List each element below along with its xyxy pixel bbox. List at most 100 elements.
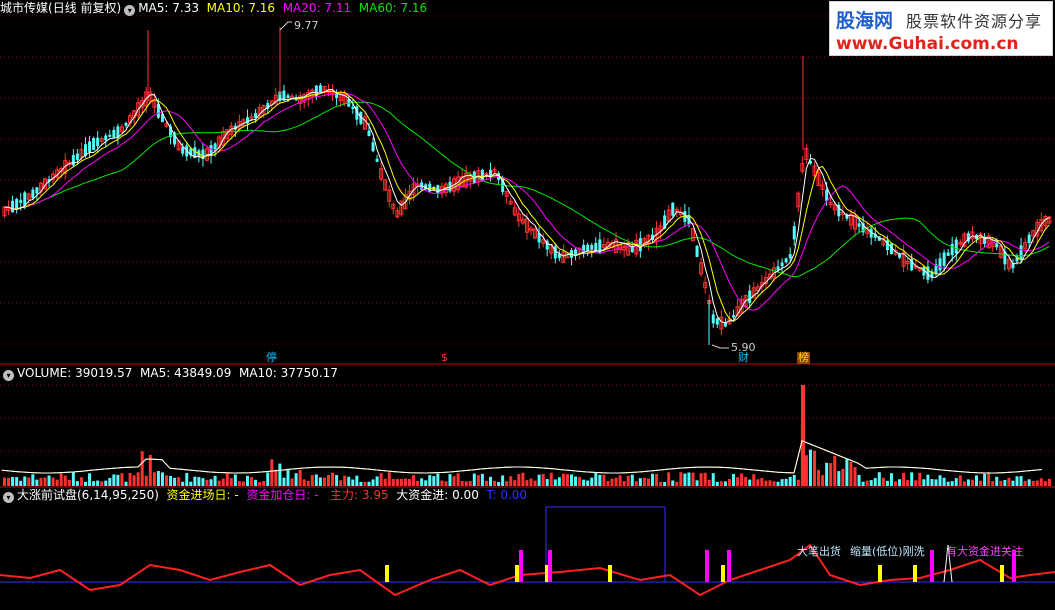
candle-down (96, 137, 100, 147)
volume-bar (918, 472, 922, 486)
volume-bar (59, 473, 63, 486)
volume-bar (772, 481, 776, 486)
volume-bar (1003, 479, 1007, 486)
volume-bar (47, 475, 51, 486)
volume-bar (723, 481, 727, 486)
candle-down (715, 318, 719, 325)
volume-bar (748, 479, 752, 486)
volume-bar (707, 479, 711, 486)
volume-bar (983, 473, 987, 486)
candle-down (938, 258, 942, 271)
volume-bar (574, 476, 578, 486)
volume-bar (821, 475, 825, 486)
volume-bar (825, 462, 829, 486)
volume-bar (339, 480, 343, 486)
volume-bar (51, 477, 55, 486)
volume-bar (699, 473, 703, 486)
volume-bar (784, 478, 788, 486)
event-tag-suspend[interactable]: 停 (266, 352, 277, 364)
volume-bar (7, 477, 11, 486)
volume-bar (322, 477, 326, 486)
volume-bar (160, 472, 164, 486)
volume-bar (391, 479, 395, 486)
volume-bar (557, 477, 561, 486)
candle-down (590, 245, 594, 250)
candle-down (71, 155, 75, 166)
volume-bar (420, 478, 424, 486)
chevron-down-icon[interactable]: ▾ (124, 5, 136, 16)
volume-bar (752, 474, 756, 486)
stock-name[interactable]: 城市传媒 (0, 1, 48, 15)
volume-bar (100, 481, 104, 486)
volume-bar (727, 479, 731, 486)
candle-down (784, 258, 788, 263)
volume-bar (801, 385, 805, 486)
volume-bar (877, 472, 881, 486)
main-chart-header: 城市传媒(日线 前复权) ▾ MA5: 7.33 MA10: 7.16 MA20: … (0, 1, 427, 16)
indicator-name[interactable]: 大涨前试盘(6,14,95,250) (17, 488, 159, 502)
period-label[interactable]: (日线 前复权) (48, 1, 121, 15)
volume-bar (687, 472, 691, 486)
ma60-value: MA60: 7.16 (358, 1, 428, 15)
candle-down (112, 129, 116, 138)
volume-bar (651, 473, 654, 486)
volume-bar (659, 481, 663, 486)
volume-bar (679, 472, 683, 486)
volume-bar (383, 478, 387, 486)
candle-down (695, 245, 699, 257)
signal-bar (548, 550, 552, 582)
volume-bar (541, 474, 545, 486)
volume-bar (849, 461, 853, 486)
volume-bar (92, 481, 96, 486)
volume-bar (873, 478, 877, 486)
volume-bar (31, 474, 35, 486)
volume-bar (602, 474, 606, 486)
ma20-line (4, 92, 1050, 311)
chevron-down-icon[interactable]: ▾ (3, 370, 14, 381)
signal-bar (930, 550, 934, 582)
candle-down (11, 200, 15, 213)
candle-down (318, 85, 322, 93)
volume-bar (1027, 479, 1031, 486)
chevron-down-icon[interactable]: ▾ (3, 492, 14, 503)
candle-down (788, 254, 792, 259)
volume-bar (343, 475, 347, 486)
volume-bar (266, 472, 270, 486)
volume-bar (614, 477, 618, 486)
volume-bar (987, 472, 991, 486)
event-tag-rank[interactable]: 榜 (797, 352, 810, 364)
candle-down (857, 223, 861, 227)
t-value: T: 0.00 (486, 488, 528, 502)
volume-bar (104, 480, 108, 486)
volume-bar (804, 455, 808, 486)
candle-down (375, 158, 379, 162)
chart-stage[interactable]: 城市传媒(日线 前复权) ▾ MA5: 7.33 MA10: 7.16 MA20: … (0, 0, 1055, 606)
candle-down (19, 200, 23, 203)
high-pointer (279, 21, 292, 31)
volume-bar (695, 480, 699, 486)
volume-bar (452, 476, 456, 486)
candle-down (630, 247, 634, 253)
volume-bar (634, 481, 638, 486)
candle-down (954, 239, 958, 254)
volume-bar (594, 472, 598, 486)
volume-bar (975, 475, 978, 486)
volume-bar (124, 481, 128, 486)
volume-bar (19, 480, 23, 486)
candle-down (586, 244, 590, 252)
volume-bar (306, 480, 310, 486)
volume-bar (165, 475, 168, 486)
main-force-value: 主力: 3.95 (330, 488, 389, 502)
stock-chart-canvas[interactable] (0, 0, 1055, 606)
volume-bar (302, 479, 306, 486)
event-tag-dividend[interactable]: $ (441, 352, 448, 364)
volume-bar (262, 481, 266, 486)
volume-bar (517, 474, 521, 486)
candle-down (1019, 245, 1023, 260)
volume-bar (942, 477, 946, 486)
volume-bar (270, 459, 274, 486)
volume-bar (553, 479, 557, 486)
volume-bar (1023, 480, 1027, 486)
volume-bar (217, 480, 221, 486)
event-tag-finance[interactable]: 财 (738, 352, 749, 364)
